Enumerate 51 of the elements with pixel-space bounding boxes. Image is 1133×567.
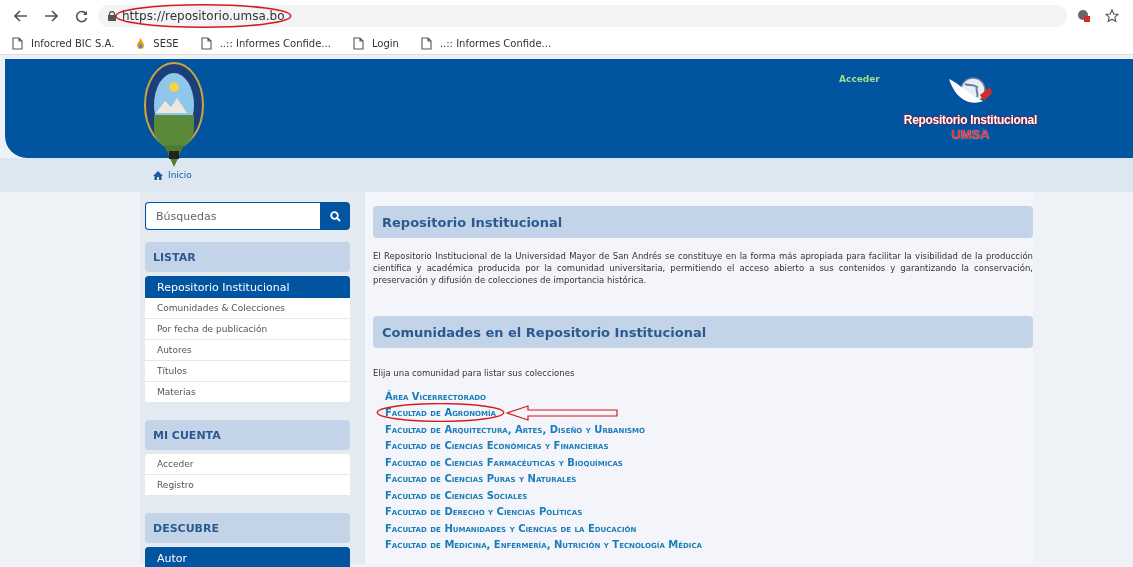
page-icon bbox=[200, 36, 212, 50]
breadcrumb-link[interactable]: Inicio bbox=[168, 170, 192, 180]
community-link[interactable]: Facultad de Ciencias Sociales bbox=[385, 489, 528, 501]
section-header: DESCUBRE bbox=[145, 513, 350, 543]
menu-item[interactable]: Acceder bbox=[145, 454, 350, 475]
bookmark-link[interactable]: Login bbox=[371, 37, 399, 49]
logo-subtitle: UMSA bbox=[951, 127, 990, 142]
instruction-text: Elija una comunidad para listar sus colecciones bbox=[373, 368, 576, 378]
back-arrow-icon bbox=[14, 10, 28, 22]
bookmark-link[interactable]: Infocred BIC S.A. bbox=[31, 37, 115, 49]
logo-title: Repositorio Institucional bbox=[903, 113, 1037, 127]
section-title: Repositorio Institucional bbox=[373, 206, 1033, 238]
flame-icon bbox=[136, 36, 146, 50]
menu-item[interactable]: Títulos bbox=[145, 361, 350, 382]
section-header: MI CUENTA bbox=[145, 420, 350, 450]
header-sign-in-link[interactable]: Acceder bbox=[839, 74, 880, 84]
menu-item[interactable]: Por fecha de publicación bbox=[145, 319, 350, 340]
menu-heading[interactable]: Repositorio Institucional bbox=[145, 276, 350, 298]
lock-icon bbox=[108, 11, 116, 21]
menu-item[interactable]: Comunidades & Colecciones bbox=[145, 298, 350, 319]
menu-heading[interactable]: Autor bbox=[145, 547, 350, 567]
community-link[interactable]: Facultad de Arquitectura, Artes, Diseño y Urbanismo bbox=[385, 423, 645, 435]
bookmark-link[interactable]: ..:: Informes Confide... bbox=[219, 37, 331, 49]
section-title: Comunidades en el Repositorio Institucional bbox=[373, 316, 1033, 348]
description-text: El Repositorio Institucional de la Universidad Mayor de San Andrés se constituye en la forma más apropiada para facilitar la visibilidad de la producción científica y académica producida por la comunidad universitaria, permitiendo el acceso abierto a sus contenidos y garantizando la conservación, preservación y difusión de colecciones de importancia histórica. bbox=[373, 250, 1033, 286]
forward-arrow-icon bbox=[44, 10, 58, 22]
section-header: LISTAR bbox=[145, 242, 350, 272]
community-link[interactable]: Facultad de Ciencias Puras y Naturales bbox=[385, 473, 577, 485]
search-field[interactable]: Búsquedas bbox=[145, 202, 320, 230]
page-icon bbox=[352, 36, 364, 50]
address-bar[interactable]: https://repositorio.umsa.bo bbox=[98, 5, 1067, 27]
menu-item[interactable]: Registro bbox=[145, 475, 350, 496]
menu-item[interactable]: Materias bbox=[145, 382, 350, 403]
extension-icon[interactable] bbox=[1077, 9, 1091, 23]
community-link[interactable]: Área Vicerrectorado bbox=[385, 390, 487, 402]
page-icon bbox=[420, 36, 432, 50]
menu-item[interactable]: Autores bbox=[145, 340, 350, 361]
bookmark-link[interactable]: SESE bbox=[153, 37, 179, 49]
star-icon[interactable] bbox=[1105, 9, 1119, 23]
community-link[interactable]: Facultad de Ciencias Económicas y Financieras bbox=[385, 440, 609, 452]
url-text: https://repositorio.umsa.bo bbox=[122, 9, 285, 23]
reload-icon bbox=[74, 9, 88, 23]
community-link[interactable]: Facultad de Derecho y Ciencias Políticas bbox=[385, 506, 583, 518]
search-icon bbox=[329, 210, 341, 222]
community-link[interactable]: Facultad de Ciencias Farmacéuticas y Bioquímicas bbox=[385, 456, 623, 468]
bookmark-link[interactable]: ..:: Informes Confide... bbox=[439, 37, 552, 49]
home-icon bbox=[153, 170, 163, 180]
community-link[interactable]: Facultad de Medicina, Enfermería, Nutrición y Tecnología Médica bbox=[385, 539, 702, 551]
page-icon bbox=[12, 36, 23, 50]
search-button[interactable] bbox=[320, 202, 350, 230]
community-link[interactable]: Facultad de Humanidades y Ciencias de la Educación bbox=[385, 522, 637, 534]
